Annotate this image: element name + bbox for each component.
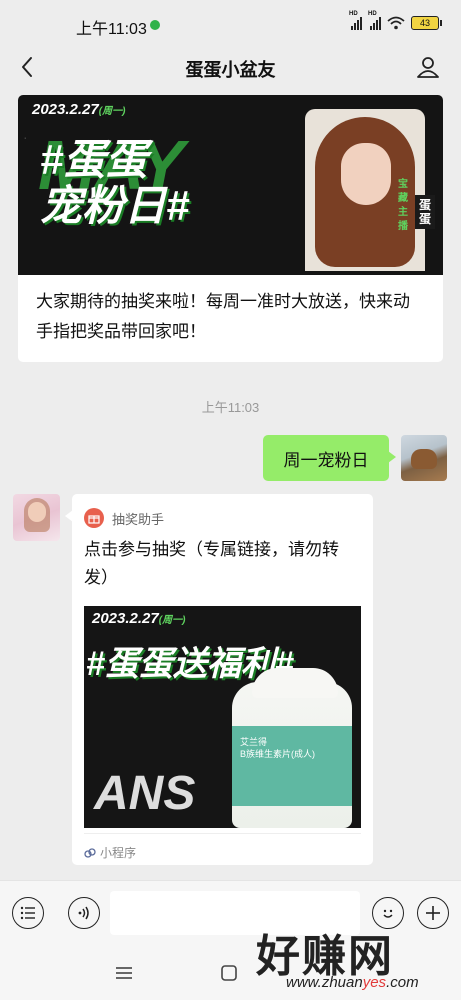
gift-glyph xyxy=(88,515,100,524)
status-icons: HD HD 43 xyxy=(349,11,442,32)
mini-program-card[interactable]: 抽奖助手 点击参与抽奖（专属链接，请勿转发） ANS 2023.2.27(周一)… xyxy=(65,494,373,865)
avatar-head xyxy=(28,502,46,522)
watermark-url-a: www.zhuan xyxy=(286,974,363,991)
home-button[interactable] xyxy=(218,962,240,984)
chat-info-button[interactable] xyxy=(413,52,443,82)
bottle-text: 艾兰得 B族维生素片(成人) xyxy=(240,736,315,760)
mini-image-background-text: ANS xyxy=(94,767,196,820)
square-icon xyxy=(221,965,237,981)
voice-icon xyxy=(78,906,89,920)
battery-icon: 43 xyxy=(411,16,442,30)
bottle-brand: 艾兰得 xyxy=(240,737,268,747)
bottle-cap xyxy=(252,668,338,698)
banner-tag-green: 宝藏主播 xyxy=(398,179,408,232)
nav-bar: 蛋蛋小盆友 xyxy=(0,44,461,90)
mini-program-header: 抽奖助手 xyxy=(84,508,164,528)
battery-level: 43 xyxy=(419,18,430,28)
watermark-url-b: yes xyxy=(362,974,387,991)
mini-program-image: ANS 2023.2.27(周一) #蛋蛋送福利# 艾兰得 B族维生素片(成人) xyxy=(84,606,361,828)
my-avatar[interactable] xyxy=(401,435,447,481)
person-icon xyxy=(417,57,439,78)
mini-program-icon xyxy=(84,847,96,858)
banner-date-value: 2023.2.27 xyxy=(32,101,99,118)
gift-icon xyxy=(84,508,104,528)
mini-image-date-value: 2023.2.27 xyxy=(92,610,159,627)
article-card[interactable]: MAY 2023.2.27(周一) #蛋蛋 宠粉日# · 宝藏主播 蛋蛋 大家期… xyxy=(18,95,443,362)
mini-image-date: 2023.2.27(周一) xyxy=(92,610,185,627)
portrait-face xyxy=(341,143,391,205)
banner-date-sub: (周一) xyxy=(98,106,126,117)
outgoing-message-text: 周一宠粉日 xyxy=(283,450,369,470)
voice-button[interactable] xyxy=(68,897,100,929)
banner-headline-line-2: 宠粉日# xyxy=(40,182,190,229)
status-bar: 上午11:03 HD HD 43 xyxy=(0,0,461,44)
plus-icon xyxy=(426,906,440,920)
article-banner: MAY 2023.2.27(周一) #蛋蛋 宠粉日# · 宝藏主播 蛋蛋 xyxy=(18,95,443,275)
wechat-dot-icon xyxy=(150,20,160,30)
message-timestamp: 上午11:03 xyxy=(201,400,260,415)
recents-button[interactable] xyxy=(113,962,135,984)
bottle-product: B族维生素片(成人) xyxy=(240,749,315,759)
chat-title: 蛋蛋小盆友 xyxy=(185,60,276,80)
article-text: 大家期待的抽奖来啦！每周一准时大放送，快来动手指把奖品带回家吧！ xyxy=(36,292,410,341)
contact-avatar[interactable] xyxy=(13,494,60,541)
banner-headline-line-1: #蛋蛋 xyxy=(40,136,148,183)
mini-image-date-sub: (周一) xyxy=(158,615,186,626)
mini-program-title: 点击参与抽奖（专属链接，请勿转发） xyxy=(84,540,339,587)
watermark-url: www.zhuanyes.com xyxy=(286,974,419,991)
watermark: 好赚网 www.zhuanyes.com xyxy=(250,920,460,1000)
banner-tag: 蛋蛋 xyxy=(415,195,435,229)
mini-program-label: 小程序 xyxy=(100,846,137,860)
menu-lines-icon xyxy=(116,967,132,979)
dog-image xyxy=(411,449,437,469)
banner-side-text: · xyxy=(24,135,27,142)
banner-headline: #蛋蛋 宠粉日# xyxy=(40,137,189,229)
mini-program-source: 抽奖助手 xyxy=(112,511,165,527)
signal-hd-icon: HD xyxy=(349,11,362,30)
menu-button[interactable] xyxy=(12,897,44,929)
banner-date: 2023.2.27(周一) xyxy=(32,101,125,118)
outgoing-message-bubble[interactable]: 周一宠粉日 xyxy=(263,435,396,481)
status-time: 上午11:03 xyxy=(76,21,147,38)
mini-program-footer: 小程序 xyxy=(84,833,361,861)
watermark-url-c: .com xyxy=(386,974,419,991)
list-icon xyxy=(20,906,35,920)
signal-hd-icon: HD xyxy=(368,11,381,30)
wifi-icon xyxy=(387,16,405,30)
